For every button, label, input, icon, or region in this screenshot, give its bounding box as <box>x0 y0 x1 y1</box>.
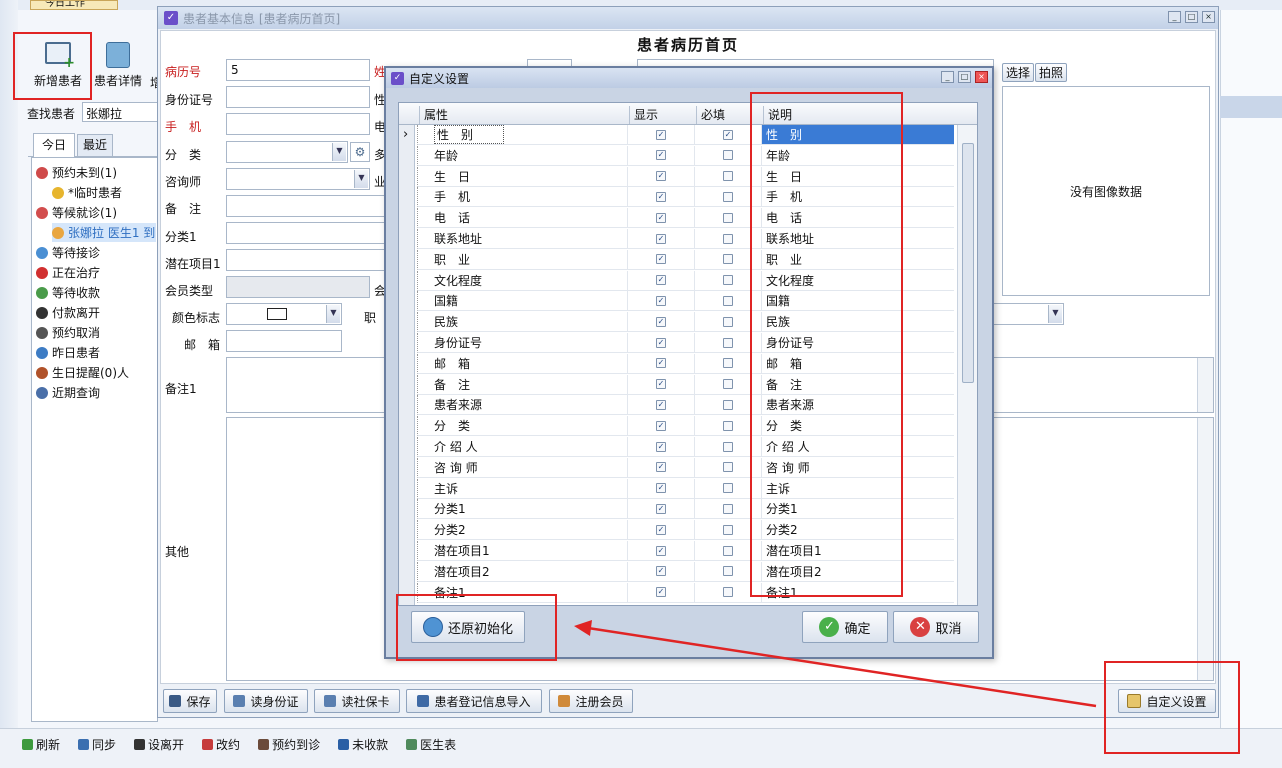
annotation-arrow <box>574 620 1097 708</box>
